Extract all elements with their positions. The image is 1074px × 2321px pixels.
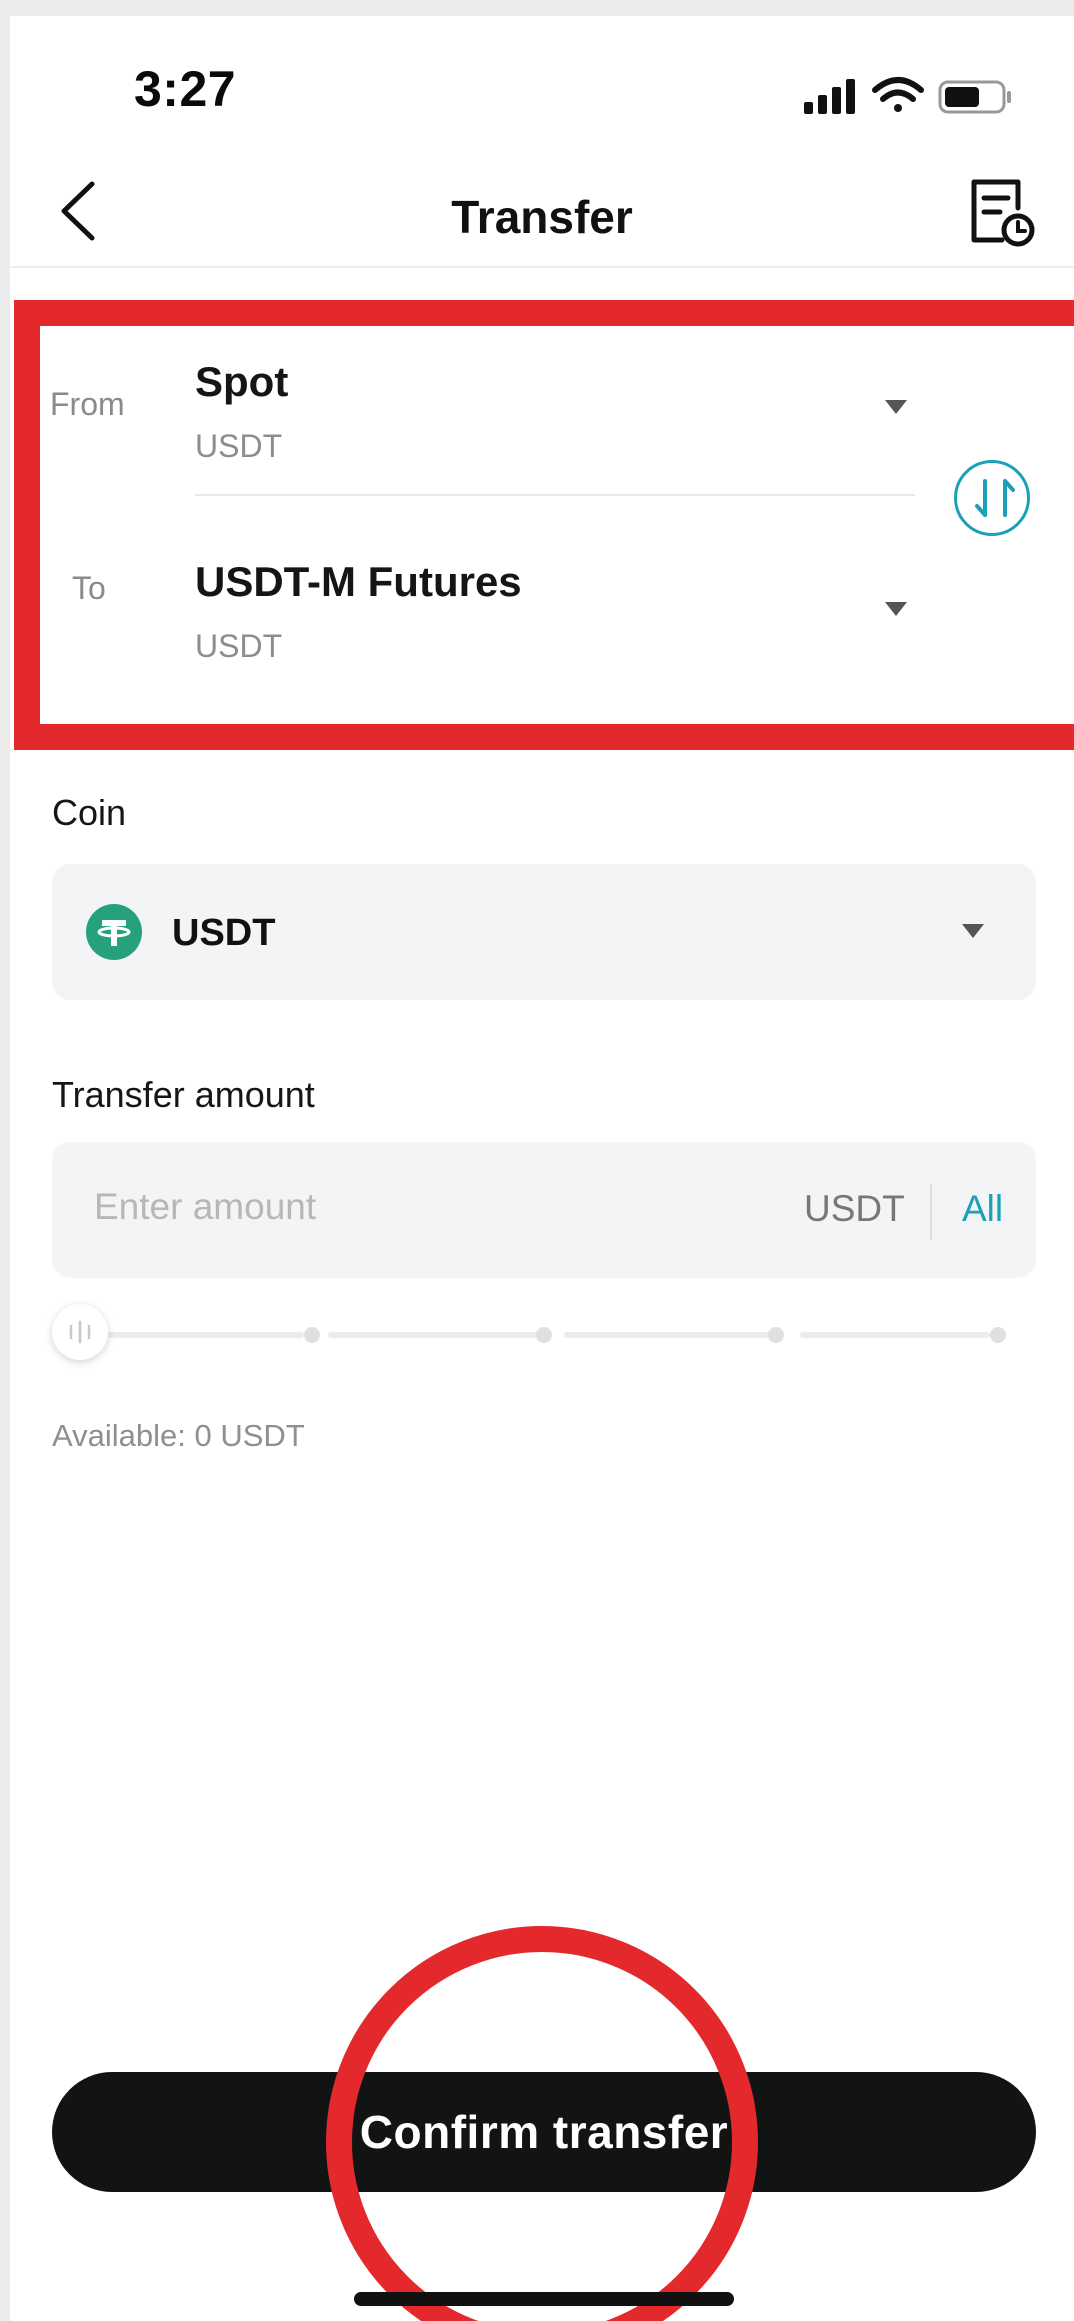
chevron-down-icon [962,924,984,938]
to-label: To [72,570,106,606]
swap-arrows-icon [975,479,1015,517]
all-button[interactable]: All [962,1188,1003,1230]
selected-coin: USDT [172,912,276,954]
slider-step-dot[interactable] [536,1327,552,1343]
from-account-currency: USDT [195,428,283,464]
input-divider [930,1184,932,1240]
status-time: 3:27 [134,61,237,117]
to-account-currency: USDT [195,628,283,664]
slider-step-dot[interactable] [304,1327,320,1343]
tether-icon [86,904,142,960]
page-title: Transfer [451,191,633,243]
to-account-selector[interactable]: USDT-M Futures USDT [195,528,935,668]
highlight-circle [326,1926,758,2321]
account-divider [195,494,915,496]
grip-icon [69,1320,91,1344]
transfer-screen: 3:27 Transfer From Spot USDT To USDT-M F… [10,16,1074,2321]
chevron-down-icon [885,400,907,414]
from-account-selector[interactable]: Spot USDT [195,330,935,470]
transfer-amount-label: Transfer amount [52,1074,315,1115]
from-account-name: Spot [195,358,289,405]
amount-placeholder: Enter amount [94,1186,317,1227]
slider-track [564,1332,776,1338]
status-icons [804,77,1011,114]
chevron-down-icon [885,602,907,616]
header-divider [10,266,1074,268]
slider-track [800,1332,990,1338]
home-indicator [354,2292,734,2306]
coin-label: Coin [52,792,127,833]
swap-accounts-button[interactable] [954,460,1030,536]
battery-icon [938,80,1011,114]
available-balance: Available: 0 USDT [52,1418,305,1453]
from-label: From [50,386,125,422]
cellular-signal-icon [804,79,855,114]
slider-thumb[interactable] [52,1304,108,1360]
to-account-name: USDT-M Futures [195,558,522,605]
amount-unit: USDT [804,1188,905,1229]
slider-step-dot[interactable] [990,1327,1006,1343]
slider-track [328,1332,540,1338]
slider-track [108,1332,304,1338]
wifi-icon [872,77,924,112]
slider-step-dot[interactable] [768,1327,784,1343]
transfer-history-icon[interactable] [966,174,1036,250]
